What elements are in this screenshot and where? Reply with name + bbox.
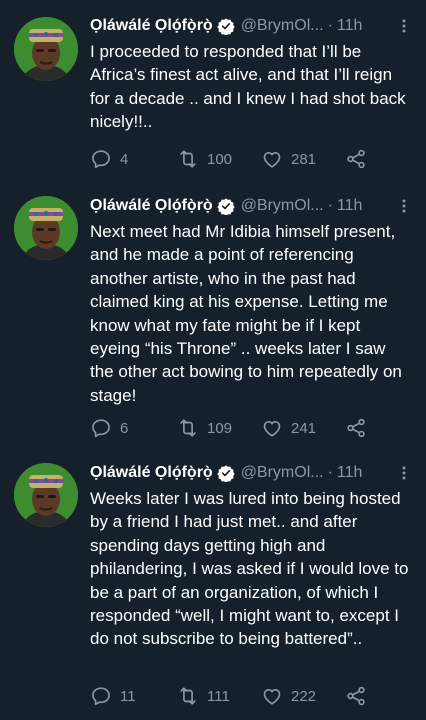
reply-button[interactable]: 4 [90,148,177,170]
author-name[interactable]: Ọláwálé Ọlọ́fọ̀rọ̀ [90,464,213,482]
author-handle[interactable]: @BrymOl... [241,17,324,35]
tweet-text: Next meet had Mr Idibia himself present,… [90,222,402,405]
author-name[interactable]: Ọláwálé Ọlọ́fọ̀rọ̀ [90,197,213,215]
retweet-icon [177,148,199,170]
like-count: 222 [291,687,317,705]
share-button[interactable] [345,148,367,170]
share-button[interactable] [345,685,367,707]
like-button[interactable]: 281 [261,148,345,170]
verified-icon [217,17,235,35]
verified-icon [217,197,235,215]
retweet-count: 109 [207,419,233,437]
like-icon [261,148,283,170]
more-icon[interactable] [398,198,410,214]
reply-count: 6 [120,419,129,437]
share-icon [345,685,367,707]
reply-icon [90,417,112,439]
tweet-text: I proceeded to responded that I’ll be Af… [90,42,406,132]
like-icon [261,685,283,707]
tweet-header: Ọláwálé Ọlọ́fọ̀rọ̀ @BrymOl... · 11h [90,462,412,484]
share-icon [345,417,367,439]
reply-count: 11 [120,687,136,705]
author-name[interactable]: Ọláwálé Ọlọ́fọ̀rọ̀ [90,17,213,35]
retweet-button[interactable]: 100 [177,148,261,170]
separator: · [327,197,333,214]
separator: · [327,464,333,481]
tweet-time[interactable]: 11h [337,464,363,482]
retweet-count: 100 [207,150,233,168]
retweet-icon [177,417,199,439]
avatar-image [14,463,78,527]
author-handle[interactable]: @BrymOl... [241,464,324,482]
like-icon [261,417,283,439]
tweet-header: Ọláwálé Ọlọ́fọ̀rọ̀ @BrymOl... · 11h [90,195,412,217]
retweet-button[interactable]: 109 [177,417,261,439]
like-count: 241 [291,419,317,437]
retweet-icon [177,685,199,707]
tweet-text: Weeks later I was lured into being hoste… [90,489,409,649]
like-button[interactable]: 222 [261,685,345,707]
separator: · [327,17,333,34]
share-icon [345,148,367,170]
like-button[interactable]: 241 [261,417,345,439]
reply-icon [90,148,112,170]
tweet-time[interactable]: 11h [337,197,363,215]
verified-icon [217,464,235,482]
share-button[interactable] [345,417,367,439]
avatar[interactable] [14,17,78,81]
avatar-image [14,17,78,81]
more-icon[interactable] [398,18,410,34]
avatar-image [14,196,78,260]
tweet-header: Ọláwálé Ọlọ́fọ̀rọ̀ @BrymOl... · 11h [90,15,412,37]
avatar[interactable] [14,463,78,527]
avatar[interactable] [14,196,78,260]
tweet-time[interactable]: 11h [337,17,363,35]
more-icon[interactable] [398,465,410,481]
retweet-count: 111 [207,687,230,705]
retweet-button[interactable]: 111 [177,685,261,707]
reply-button[interactable]: 11 [90,685,177,707]
author-handle[interactable]: @BrymOl... [241,197,324,215]
reply-icon [90,685,112,707]
reply-button[interactable]: 6 [90,417,177,439]
reply-count: 4 [120,150,129,168]
like-count: 281 [291,150,317,168]
